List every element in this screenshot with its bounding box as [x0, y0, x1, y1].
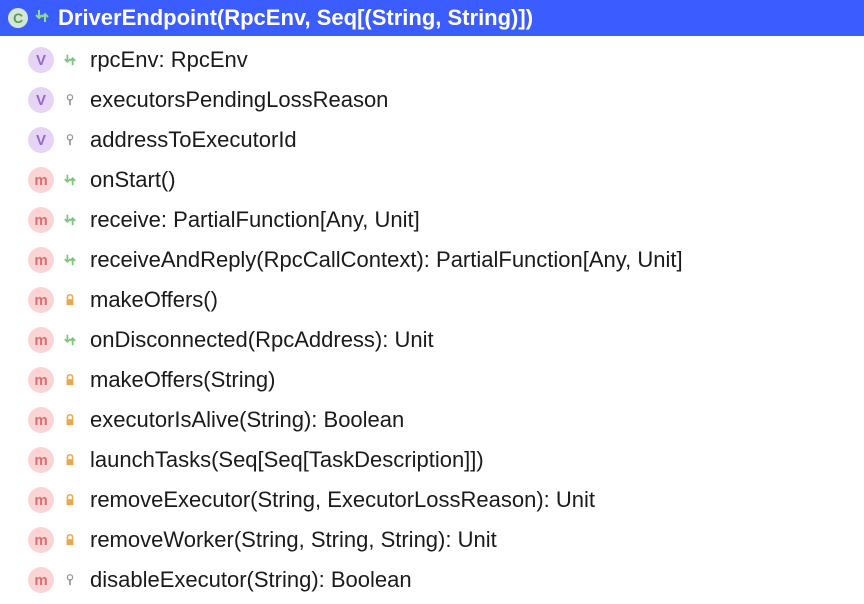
- member-row[interactable]: m onStart(): [0, 160, 864, 200]
- method-icon: m: [28, 167, 54, 193]
- header-visibility-icon: [34, 8, 50, 29]
- method-icon: m: [28, 327, 54, 353]
- member-signature: executorsPendingLossReason: [90, 87, 388, 113]
- locked-visibility-icon: [60, 453, 80, 467]
- val-icon: V: [28, 127, 54, 153]
- member-signature: removeExecutor(String, ExecutorLossReaso…: [90, 487, 595, 513]
- member-signature: executorIsAlive(String): Boolean: [90, 407, 404, 433]
- class-title: DriverEndpoint(RpcEnv, Seq[(String, Stri…: [58, 5, 533, 31]
- private-visibility-icon: [60, 573, 80, 587]
- method-icon: m: [28, 567, 54, 593]
- member-signature: receiveAndReply(RpcCallContext): Partial…: [90, 247, 683, 273]
- member-row[interactable]: VrpcEnv: RpcEnv: [0, 40, 864, 80]
- public-visibility-icon: [60, 213, 80, 227]
- method-icon: m: [28, 447, 54, 473]
- method-icon: m: [28, 247, 54, 273]
- method-icon: m: [28, 367, 54, 393]
- method-icon: m: [28, 287, 54, 313]
- member-signature: removeWorker(String, String, String): Un…: [90, 527, 497, 553]
- member-row[interactable]: m launchTasks(Seq[Seq[TaskDescription]]): [0, 440, 864, 480]
- member-row[interactable]: m removeExecutor(String, ExecutorLossReas…: [0, 480, 864, 520]
- member-row[interactable]: m makeOffers(String): [0, 360, 864, 400]
- method-icon: m: [28, 407, 54, 433]
- public-visibility-icon: [60, 333, 80, 347]
- locked-visibility-icon: [60, 493, 80, 507]
- member-row[interactable]: m onDisconnected(RpcAddress): Unit: [0, 320, 864, 360]
- member-row[interactable]: m disableExecutor(String): Boolean: [0, 560, 864, 600]
- member-signature: receive: PartialFunction[Any, Unit]: [90, 207, 420, 233]
- val-icon: V: [28, 47, 54, 73]
- locked-visibility-icon: [60, 373, 80, 387]
- val-icon: V: [28, 87, 54, 113]
- public-visibility-icon: [60, 173, 80, 187]
- member-signature: onStart(): [90, 167, 176, 193]
- method-icon: m: [28, 527, 54, 553]
- locked-visibility-icon: [60, 533, 80, 547]
- private-visibility-icon: [60, 93, 80, 107]
- method-icon: m: [28, 487, 54, 513]
- member-row[interactable]: m makeOffers(): [0, 280, 864, 320]
- member-signature: makeOffers(): [90, 287, 218, 313]
- locked-visibility-icon: [60, 413, 80, 427]
- private-visibility-icon: [60, 133, 80, 147]
- member-list: VrpcEnv: RpcEnvVexecutorsPendingLossReas…: [0, 36, 864, 604]
- member-signature: launchTasks(Seq[Seq[TaskDescription]]): [90, 447, 484, 473]
- member-signature: addressToExecutorId: [90, 127, 297, 153]
- locked-visibility-icon: [60, 293, 80, 307]
- member-row[interactable]: VaddressToExecutorId: [0, 120, 864, 160]
- public-visibility-icon: [60, 253, 80, 267]
- member-signature: rpcEnv: RpcEnv: [90, 47, 248, 73]
- member-row[interactable]: m executorIsAlive(String): Boolean: [0, 400, 864, 440]
- structure-header[interactable]: C DriverEndpoint(RpcEnv, Seq[(String, St…: [0, 0, 864, 36]
- member-row[interactable]: VexecutorsPendingLossReason: [0, 80, 864, 120]
- class-icon: C: [8, 8, 28, 28]
- public-visibility-icon: [60, 53, 80, 67]
- member-row[interactable]: m removeWorker(String, String, String): U…: [0, 520, 864, 560]
- member-signature: disableExecutor(String): Boolean: [90, 567, 412, 593]
- member-row[interactable]: m receive: PartialFunction[Any, Unit]: [0, 200, 864, 240]
- member-row[interactable]: m receiveAndReply(RpcCallContext): Partia…: [0, 240, 864, 280]
- member-signature: onDisconnected(RpcAddress): Unit: [90, 327, 434, 353]
- method-icon: m: [28, 207, 54, 233]
- member-signature: makeOffers(String): [90, 367, 275, 393]
